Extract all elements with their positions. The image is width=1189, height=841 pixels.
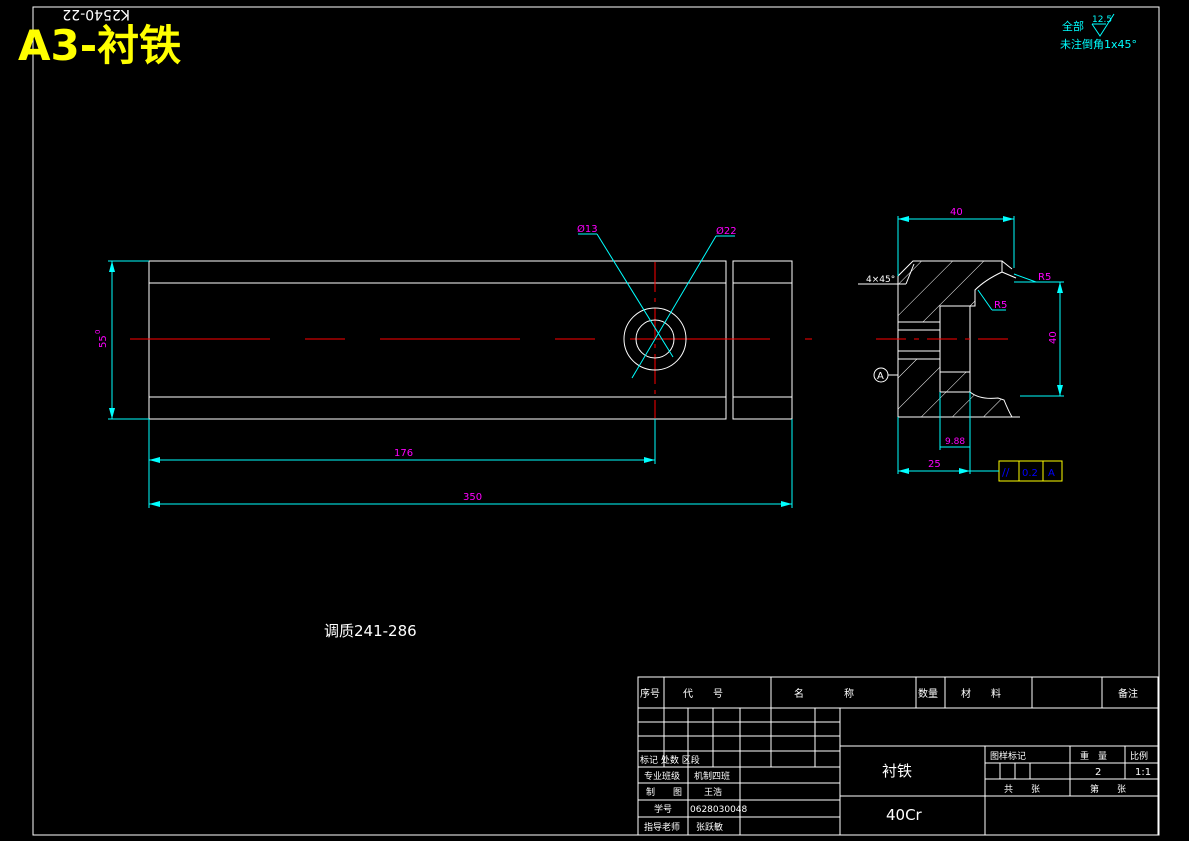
tb-label-student-no: 学号 bbox=[654, 803, 672, 815]
rotated-drawing-code: K2540-22 bbox=[62, 6, 130, 22]
front-end-block bbox=[732, 260, 793, 420]
tb-part-material: 40Cr bbox=[886, 806, 923, 824]
drawing-canvas: A3-衬铁 K2540-22 全部 12.5 未注倒角1x45° Ø13 Ø22 bbox=[18, 6, 1160, 836]
tb-value-weight: 2 bbox=[1095, 767, 1101, 778]
tb-label-scale: 比例 bbox=[1130, 750, 1148, 762]
tb-value-advisor: 张跃敏 bbox=[696, 821, 723, 833]
dim-offset: 9.88 bbox=[945, 437, 965, 447]
dim-length: 350 bbox=[463, 492, 482, 503]
dim-depth: 25 bbox=[928, 459, 941, 470]
tb-label-weight: 重 量 bbox=[1080, 750, 1107, 762]
r-outer-leader bbox=[1013, 273, 1037, 283]
dim-side-width: 40 bbox=[950, 207, 963, 218]
depth-arrow-left bbox=[898, 468, 909, 474]
dim-chamfer: 4×45° bbox=[866, 275, 895, 285]
tb-header-name: 名 称 bbox=[794, 687, 854, 700]
tb-header-remark: 备注 bbox=[1118, 687, 1138, 700]
tb-value-drawn: 王浩 bbox=[704, 786, 722, 798]
front-body bbox=[148, 260, 727, 420]
tb-header-index: 序号 bbox=[640, 687, 660, 700]
dim350-arrow-right bbox=[781, 501, 792, 507]
dim-front-height: 55 bbox=[98, 335, 109, 348]
tb-value-scale: 1:1 bbox=[1135, 767, 1151, 778]
side-outline-4 bbox=[1001, 271, 1017, 279]
sheet-format-label: A3-衬铁 bbox=[18, 21, 181, 70]
chamfer-note: 未注倒角1x45° bbox=[1060, 37, 1137, 51]
tb-value-major: 机制四班 bbox=[694, 770, 730, 782]
depth-arrow-right bbox=[959, 468, 970, 474]
r-inner-leader bbox=[977, 289, 993, 311]
leader-large-hole bbox=[631, 235, 717, 379]
side-section-upper bbox=[897, 260, 1003, 323]
front-view: Ø13 Ø22 55 0 176 350 bbox=[94, 223, 812, 508]
side-section-lower bbox=[897, 358, 1013, 418]
side-height-arrow-top bbox=[1057, 282, 1063, 293]
side-height-arrow-bottom bbox=[1057, 385, 1063, 396]
dim-hole-large: Ø22 bbox=[716, 225, 737, 237]
tolerance-symbol: // bbox=[1002, 466, 1010, 479]
tolerance-value: 0.2 bbox=[1022, 468, 1038, 479]
datum-a-label: A bbox=[877, 371, 884, 382]
tb-value-student-no: 0628030048 bbox=[690, 805, 748, 815]
dim-side-height: 40 bbox=[1048, 331, 1059, 344]
dim-hole-small: Ø13 bbox=[577, 223, 598, 235]
tb-label-sheet: 第 张 bbox=[1090, 783, 1126, 795]
heat-treatment-note: 调质241-286 bbox=[324, 622, 417, 640]
tb-part-name: 衬铁 bbox=[882, 762, 912, 780]
dim176-arrow-right bbox=[644, 457, 655, 463]
side-outline-5 bbox=[1001, 260, 1013, 270]
tb-label-advisor: 指导老师 bbox=[644, 821, 680, 833]
tb-label-total: 共 张 bbox=[1004, 784, 1040, 795]
tolerance-datum: A bbox=[1048, 468, 1055, 479]
dim-r-outer: R5 bbox=[1038, 272, 1051, 283]
surface-all-note: 全部 bbox=[1062, 19, 1084, 33]
dim-front-height-tol: 0 bbox=[94, 330, 102, 334]
outer-frame bbox=[32, 6, 1160, 836]
height-arrow-bottom bbox=[109, 408, 115, 419]
dim350-arrow-left bbox=[149, 501, 160, 507]
width-arrow-left bbox=[898, 216, 909, 222]
tb-header-qty: 数量 bbox=[918, 687, 938, 700]
tb-label-stage: 图样标记 bbox=[990, 750, 1026, 762]
height-arrow-top bbox=[109, 261, 115, 272]
dim176-arrow-left bbox=[149, 457, 160, 463]
tb-label-drawn: 制 图 bbox=[646, 786, 682, 798]
tb-label-major: 专业班级 bbox=[644, 770, 680, 782]
title-block-text: 序号 代 号 名 称 数量 材 料 备注 标记 处数 区段 专业班级 机制四班 … bbox=[640, 687, 1151, 833]
tb-header-material: 材 料 bbox=[961, 687, 1001, 700]
tb-header-code: 代 号 bbox=[683, 688, 723, 700]
width-arrow-right bbox=[1003, 216, 1014, 222]
side-view: 40 4×45° R5 R5 40 A 9.88 25 // 0.2 A bbox=[858, 207, 1064, 482]
dim-hole-pos: 176 bbox=[394, 448, 413, 459]
dim-r-inner: R5 bbox=[994, 300, 1007, 311]
tb-label-mark: 标记 处数 区段 bbox=[640, 754, 700, 766]
